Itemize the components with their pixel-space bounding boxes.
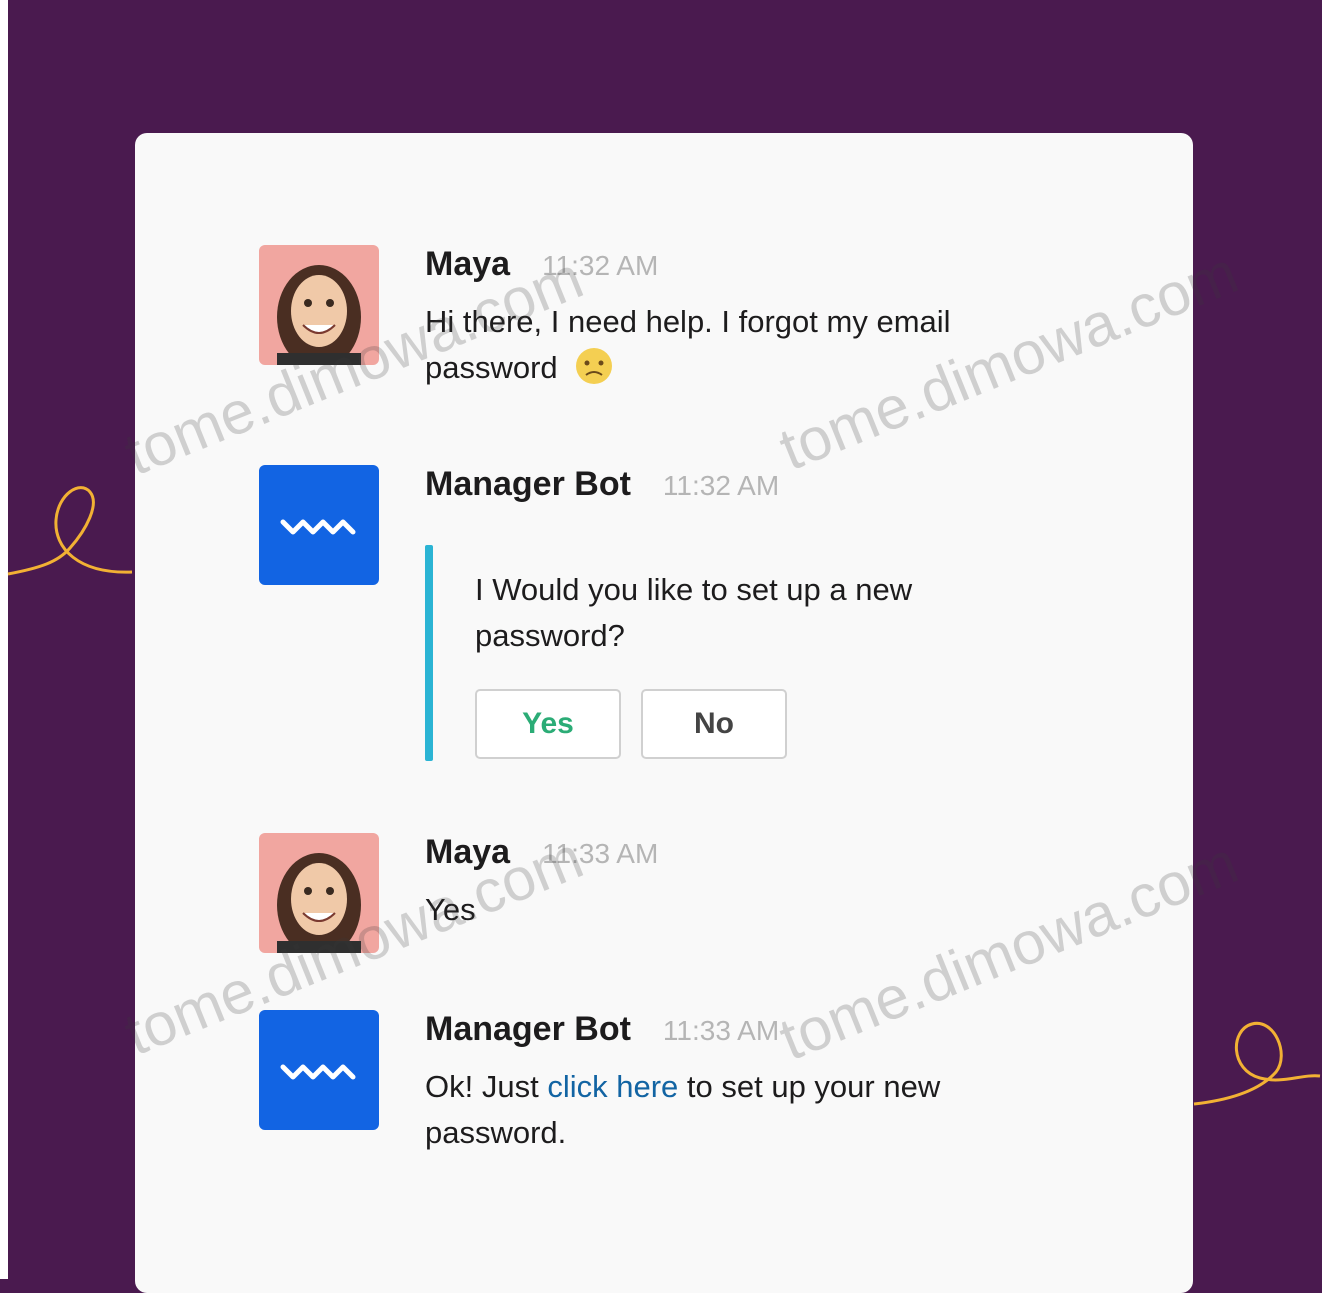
author-name[interactable]: Maya xyxy=(425,833,510,872)
message-header: Maya 11:33 AM xyxy=(425,833,1045,883)
timestamp[interactable]: 11:33 AM xyxy=(663,1015,779,1047)
author-name[interactable]: Maya xyxy=(425,245,510,284)
user-photo-avatar[interactable] xyxy=(259,245,379,365)
attachment-accent-bar xyxy=(425,545,433,761)
message-text: Ok! Just click here to set up your new p… xyxy=(425,1064,1045,1156)
attachment-text: I Would you like to set up a new passwor… xyxy=(475,572,913,653)
click-here-link[interactable]: click here xyxy=(547,1069,678,1104)
decorative-loop-left xyxy=(7,486,133,576)
attachment-body: I Would you like to set up a new passwor… xyxy=(475,563,1035,759)
message-header: Manager Bot 11:32 AM xyxy=(425,465,1045,515)
message-text: Hi there, I need help. I forgot my email… xyxy=(425,299,1045,391)
timestamp[interactable]: 11:32 AM xyxy=(663,470,779,502)
timestamp[interactable]: 11:32 AM xyxy=(542,250,658,282)
bot-wave-icon[interactable] xyxy=(259,1010,379,1130)
author-name[interactable]: Manager Bot xyxy=(425,465,631,504)
message-header: Manager Bot 11:33 AM xyxy=(425,1010,1045,1060)
message-body: Hi there, I need help. I forgot my email… xyxy=(425,304,951,385)
author-name[interactable]: Manager Bot xyxy=(425,1010,631,1049)
yes-button[interactable]: Yes xyxy=(475,689,621,759)
message-content: Maya 11:33 AM Yes xyxy=(425,833,1045,933)
attachment-actions: Yes No xyxy=(475,689,1035,759)
message-attachment: I Would you like to set up a new passwor… xyxy=(425,545,1045,761)
user-photo-avatar[interactable] xyxy=(259,833,379,953)
worried-face-emoji xyxy=(576,348,613,384)
image-left-edge xyxy=(0,0,8,1279)
timestamp[interactable]: 11:33 AM xyxy=(542,838,658,870)
message-header: Maya 11:32 AM xyxy=(425,245,1045,295)
chat-panel: Maya 11:32 AM Hi there, I need help. I f… xyxy=(135,133,1193,1293)
message-text-before: Ok! Just xyxy=(425,1069,539,1104)
message-text: Yes xyxy=(425,892,476,927)
no-button[interactable]: No xyxy=(641,689,787,759)
message-content: Manager Bot 11:33 AM Ok! Just click here… xyxy=(425,1010,1045,1156)
bot-wave-icon[interactable] xyxy=(259,465,379,585)
message-content: Maya 11:32 AM Hi there, I need help. I f… xyxy=(425,245,1045,391)
decorative-loop-right xyxy=(1193,1021,1321,1106)
message-content: Manager Bot 11:32 AM I Would you like to… xyxy=(425,465,1045,761)
